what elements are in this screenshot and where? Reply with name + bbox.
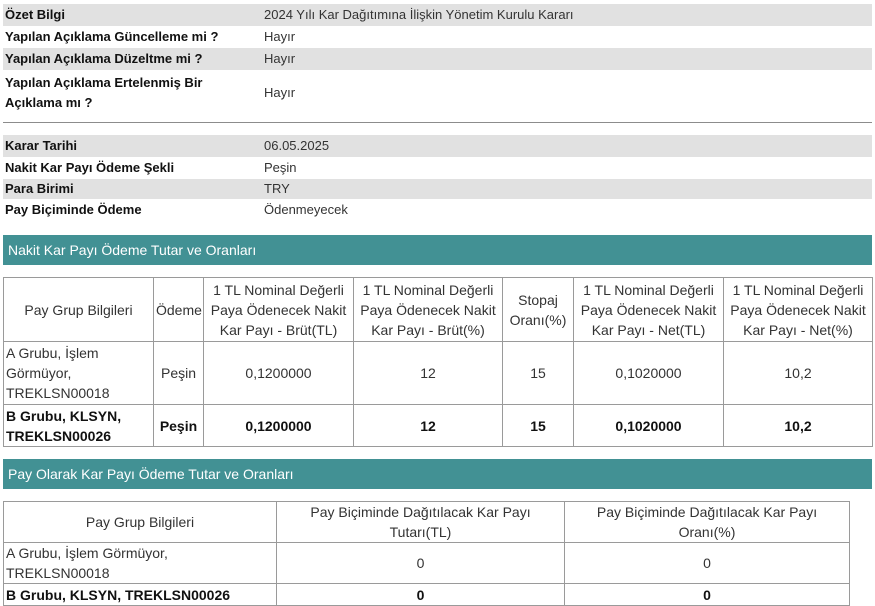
gross-tl-cell: 0,1200000 xyxy=(203,404,354,447)
gross-pct-cell: 12 xyxy=(353,341,503,405)
table-row: A Grubu, İşlem Görmüyor, TREKLSN00018 Pe… xyxy=(3,341,873,405)
decision-date-label: Karar Tarihi xyxy=(3,135,262,157)
payment-method-row: Nakit Kar Payı Ödeme Şekli Peşin xyxy=(3,157,872,179)
table-row: B Grubu, KLSYN, TREKLSN00026 Peşin 0,120… xyxy=(3,404,873,447)
col-gross-tl: 1 TL Nominal Değerli Paya Ödenecek Nakit… xyxy=(203,277,354,342)
col-payment: Ödeme xyxy=(153,277,204,342)
col-withholding: Stopaj Oranı(%) xyxy=(502,277,574,342)
stock-header-row: Pay Grup Bilgileri Pay Biçiminde Dağıtıl… xyxy=(3,501,850,543)
share-group-cell: A Grubu, İşlem Görmüyor, TREKLSN00018 xyxy=(3,341,154,405)
summary-table: Özet Bilgi 2024 Yılı Kar Dağıtımına İliş… xyxy=(3,4,872,115)
cash-section-header: Nakit Kar Payı Ödeme Tutar ve Oranları xyxy=(3,235,872,265)
correction-label: Yapılan Açıklama Düzeltme mi ? xyxy=(3,48,262,70)
col-gross-pct: 1 TL Nominal Değerli Paya Ödenecek Nakit… xyxy=(353,277,503,342)
payment-method-label: Nakit Kar Payı Ödeme Şekli xyxy=(5,160,175,175)
gross-pct-cell: 12 xyxy=(353,404,503,447)
update-value: Hayır xyxy=(264,29,296,44)
summary-row: Özet Bilgi 2024 Yılı Kar Dağıtımına İliş… xyxy=(3,4,872,26)
decision-table: Karar Tarihi 06.05.2025 Nakit Kar Payı Ö… xyxy=(3,135,872,221)
withholding-cell: 15 xyxy=(502,341,574,405)
stock-payment-value: Ödenmeyecek xyxy=(264,202,348,217)
payment-cell: Peşin xyxy=(153,404,204,447)
update-row: Yapılan Açıklama Güncelleme mi ? Hayır xyxy=(3,26,872,48)
stock-dividend-table: Pay Grup Bilgileri Pay Biçiminde Dağıtıl… xyxy=(3,501,850,606)
gross-tl-cell: 0,1200000 xyxy=(203,341,354,405)
share-group-cell: B Grubu, KLSYN, TREKLSN00026 xyxy=(3,404,154,447)
stock-ratio-cell: 0 xyxy=(564,542,850,584)
share-group-cell: A Grubu, İşlem Görmüyor, TREKLSN00018 xyxy=(3,542,277,584)
net-tl-cell: 0,1020000 xyxy=(573,404,724,447)
table-row: A Grubu, İşlem Görmüyor, TREKLSN00018 0 … xyxy=(3,542,850,584)
withholding-cell: 15 xyxy=(502,404,574,447)
decision-date-row: Karar Tarihi 06.05.2025 xyxy=(3,135,872,157)
currency-value: TRY xyxy=(262,179,872,199)
correction-value: Hayır xyxy=(262,48,872,70)
currency-row: Para Birimi TRY xyxy=(3,179,872,199)
col-share-group: Pay Grup Bilgileri xyxy=(3,277,154,342)
deferred-value: Hayır xyxy=(264,84,296,100)
stock-ratio-cell: 0 xyxy=(564,583,850,606)
stock-section-header: Pay Olarak Kar Payı Ödeme Tutar ve Oranl… xyxy=(3,459,872,489)
cash-dividend-table: Pay Grup Bilgileri Ödeme 1 TL Nominal De… xyxy=(3,277,873,447)
disclosure-page: Özet Bilgi 2024 Yılı Kar Dağıtımına İliş… xyxy=(0,0,875,606)
col-stock-amount: Pay Biçiminde Dağıtılacak Kar Payı Tutar… xyxy=(276,501,565,543)
correction-row: Yapılan Açıklama Düzeltme mi ? Hayır xyxy=(3,48,872,70)
col-stock-ratio: Pay Biçiminde Dağıtılacak Kar Payı Oranı… xyxy=(564,501,850,543)
cash-header-row: Pay Grup Bilgileri Ödeme 1 TL Nominal De… xyxy=(3,277,873,342)
deferred-row: Yapılan Açıklama Ertelenmiş Bir Açıklama… xyxy=(3,70,872,115)
update-label: Yapılan Açıklama Güncelleme mi ? xyxy=(5,29,219,44)
deferred-label: Yapılan Açıklama Ertelenmiş Bir Açıklama… xyxy=(5,74,203,110)
summary-value: 2024 Yılı Kar Dağıtımına İlişkin Yönetim… xyxy=(262,4,872,26)
section-divider xyxy=(3,122,872,123)
stock-payment-row: Pay Biçiminde Ödeme Ödenmeyecek xyxy=(3,199,872,221)
net-tl-cell: 0,1020000 xyxy=(573,341,724,405)
currency-label: Para Birimi xyxy=(3,179,262,199)
net-pct-cell: 10,2 xyxy=(723,341,873,405)
stock-amount-cell: 0 xyxy=(276,583,565,606)
col-share-group: Pay Grup Bilgileri xyxy=(3,501,277,543)
share-group-cell: B Grubu, KLSYN, TREKLSN00026 xyxy=(3,583,277,606)
col-net-pct: 1 TL Nominal Değerli Paya Ödenecek Nakit… xyxy=(723,277,873,342)
payment-cell: Peşin xyxy=(153,341,204,405)
stock-amount-cell: 0 xyxy=(276,542,565,584)
summary-label: Özet Bilgi xyxy=(3,4,262,26)
net-pct-cell: 10,2 xyxy=(723,404,873,447)
table-row: B Grubu, KLSYN, TREKLSN00026 0 0 xyxy=(3,583,850,606)
payment-method-value: Peşin xyxy=(264,160,297,175)
col-net-tl: 1 TL Nominal Değerli Paya Ödenecek Nakit… xyxy=(573,277,724,342)
decision-date-value: 06.05.2025 xyxy=(262,135,872,157)
stock-payment-label: Pay Biçiminde Ödeme xyxy=(5,202,142,217)
